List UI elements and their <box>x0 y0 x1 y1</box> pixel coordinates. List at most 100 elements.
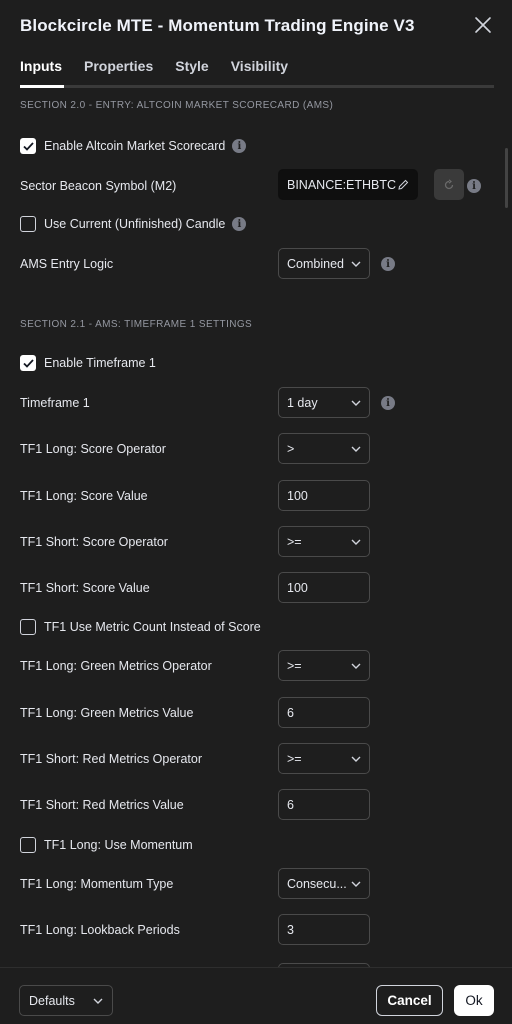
tf1-short-red-op-row: TF1 Short: Red Metrics Operator <box>20 749 490 769</box>
sector-beacon-row: Sector Beacon Symbol (M2) <box>20 176 490 196</box>
defaults-dropdown[interactable]: Defaults <box>19 985 113 1016</box>
tf1-long-score-op-row: TF1 Long: Score Operator <box>20 439 490 459</box>
check-icon <box>22 141 34 151</box>
reset-symbol-button[interactable] <box>434 169 464 200</box>
tf1-long-score-val-input[interactable]: 100 <box>278 480 370 511</box>
sector-beacon-label: Sector Beacon Symbol (M2) <box>20 179 177 193</box>
tf1-long-score-val-row: TF1 Long: Score Value <box>20 486 490 506</box>
pencil-icon[interactable] <box>397 179 409 191</box>
ams-entry-logic-label: AMS Entry Logic <box>20 257 114 271</box>
tf1-short-score-val-row: TF1 Short: Score Value <box>20 578 490 598</box>
ok-button[interactable]: Ok <box>454 985 494 1016</box>
tf1-short-score-val-input[interactable]: 100 <box>278 572 370 603</box>
defaults-label: Defaults <box>29 993 75 1008</box>
tf1-short-red-op-label: TF1 Short: Red Metrics Operator <box>20 752 203 766</box>
tf1-long-lookback-row: TF1 Long: Lookback Periods <box>20 920 490 940</box>
dialog-title: Blockcircle MTE - Momentum Trading Engin… <box>20 16 415 35</box>
tf1-short-red-val-input[interactable]: 6 <box>278 789 370 820</box>
tf1-short-red-op-value: >= <box>287 751 302 766</box>
chevron-down-icon <box>351 663 361 669</box>
section-title: SECTION 2.0 - ENTRY: ALTCOIN MARKET SCOR… <box>20 100 334 111</box>
tf1-metric-count-label: TF1 Use Metric Count Instead of Score <box>44 620 261 634</box>
tf1-long-lookback-value: 3 <box>287 922 294 937</box>
chevron-down-icon <box>351 881 361 887</box>
tf1-short-red-val-value: 6 <box>287 797 294 812</box>
refresh-icon <box>444 178 454 189</box>
close-icon[interactable] <box>474 16 492 34</box>
sector-beacon-field[interactable]: BINANCE:ETHBTC <box>278 169 418 200</box>
chevron-down-icon <box>351 446 361 452</box>
tab-style[interactable]: Style <box>175 58 208 82</box>
chevron-down-icon <box>351 261 361 267</box>
settings-dialog: Blockcircle MTE - Momentum Trading Engin… <box>0 0 512 1024</box>
use-current-candle-checkbox[interactable] <box>20 216 36 232</box>
tf1-metric-count-row: TF1 Use Metric Count Instead of Score <box>20 617 490 637</box>
dialog-footer: Defaults Cancel Ok <box>0 968 512 1024</box>
info-icon[interactable]: i <box>232 139 247 153</box>
tf1-long-green-val-row: TF1 Long: Green Metrics Value <box>20 703 490 723</box>
dialog-header: Blockcircle MTE - Momentum Trading Engin… <box>0 0 512 52</box>
chevron-down-icon <box>351 756 361 762</box>
info-icon[interactable]: i <box>381 396 395 410</box>
timeframe1-value: 1 day <box>287 395 318 410</box>
tab-properties[interactable]: Properties <box>84 58 153 82</box>
ams-entry-logic-select[interactable]: Combined <box>278 248 370 279</box>
info-icon[interactable]: i <box>232 217 247 231</box>
timeframe1-label: Timeframe 1 <box>20 396 90 410</box>
chevron-down-icon <box>351 400 361 406</box>
sector-beacon-value: BINANCE:ETHBTC <box>287 177 397 192</box>
timeframe1-row: Timeframe 1 <box>20 393 490 413</box>
tf1-short-score-op-row: TF1 Short: Score Operator <box>20 532 490 552</box>
tf1-long-score-val-label: TF1 Long: Score Value <box>20 489 148 503</box>
ams-entry-logic-value: Combined <box>287 256 344 271</box>
tf1-long-green-val-value: 6 <box>287 705 294 720</box>
tf1-long-score-op-select[interactable]: > <box>278 433 370 464</box>
tf1-long-momentum-type-label: TF1 Long: Momentum Type <box>20 877 174 891</box>
use-current-candle-row: Use Current (Unfinished) Candle i <box>20 214 490 234</box>
enable-tf1-row: Enable Timeframe 1 <box>20 353 490 373</box>
tf1-long-green-op-select[interactable]: >= <box>278 650 370 681</box>
tf1-long-green-op-value: >= <box>287 658 302 673</box>
tab-inputs[interactable]: Inputs <box>20 58 62 82</box>
tf1-long-momentum-label: TF1 Long: Use Momentum <box>44 838 193 852</box>
ams-entry-logic-row: AMS Entry Logic <box>20 254 490 274</box>
section-title: SECTION 2.1 - AMS: TIMEFRAME 1 SETTINGS <box>20 319 253 330</box>
check-icon <box>22 358 34 368</box>
info-icon[interactable]: i <box>467 179 481 193</box>
tf1-long-momentum-checkbox[interactable] <box>20 837 36 853</box>
tf1-long-score-op-value: > <box>287 441 295 456</box>
chevron-down-icon <box>351 539 361 545</box>
tab-visibility[interactable]: Visibility <box>231 58 288 82</box>
tf1-long-momentum-row: TF1 Long: Use Momentum <box>20 835 490 855</box>
tf1-short-red-val-row: TF1 Short: Red Metrics Value <box>20 795 490 815</box>
tf1-short-score-op-label: TF1 Short: Score Operator <box>20 535 168 549</box>
tf1-short-score-val-value: 100 <box>287 580 308 595</box>
tf1-long-green-val-input[interactable]: 6 <box>278 697 370 728</box>
section-header-2-1: SECTION 2.1 - AMS: TIMEFRAME 1 SETTINGS <box>20 319 490 330</box>
tf1-long-green-op-row: TF1 Long: Green Metrics Operator <box>20 656 490 676</box>
tf1-long-momentum-type-select[interactable]: Consecu... <box>278 868 370 899</box>
tf1-short-score-val-label: TF1 Short: Score Value <box>20 581 150 595</box>
tf1-long-momentum-type-value: Consecu... <box>287 876 347 891</box>
tf1-long-green-val-label: TF1 Long: Green Metrics Value <box>20 706 194 720</box>
tf1-short-red-op-select[interactable]: >= <box>278 743 370 774</box>
timeframe1-select[interactable]: 1 day <box>278 387 370 418</box>
info-icon[interactable]: i <box>381 257 395 271</box>
tf1-long-green-op-label: TF1 Long: Green Metrics Operator <box>20 659 212 673</box>
scrollbar[interactable] <box>505 148 508 208</box>
enable-ams-checkbox[interactable] <box>20 138 36 154</box>
chevron-down-icon <box>93 998 103 1004</box>
tf1-long-momentum-type-row: TF1 Long: Momentum Type <box>20 874 490 894</box>
enable-tf1-checkbox[interactable] <box>20 355 36 371</box>
enable-ams-label: Enable Altcoin Market Scorecard <box>44 139 226 153</box>
tf1-metric-count-checkbox[interactable] <box>20 619 36 635</box>
enable-tf1-label: Enable Timeframe 1 <box>44 356 156 370</box>
tf1-short-score-op-select[interactable]: >= <box>278 526 370 557</box>
cancel-button[interactable]: Cancel <box>376 985 443 1016</box>
inputs-panel[interactable]: SECTION 2.0 - ENTRY: ALTCOIN MARKET SCOR… <box>0 88 512 968</box>
use-current-candle-label: Use Current (Unfinished) Candle <box>44 217 226 231</box>
tf1-long-lookback-label: TF1 Long: Lookback Periods <box>20 923 180 937</box>
tf1-long-score-val-value: 100 <box>287 488 308 503</box>
enable-ams-row: Enable Altcoin Market Scorecard i <box>20 136 490 156</box>
tf1-long-lookback-input[interactable]: 3 <box>278 914 370 945</box>
